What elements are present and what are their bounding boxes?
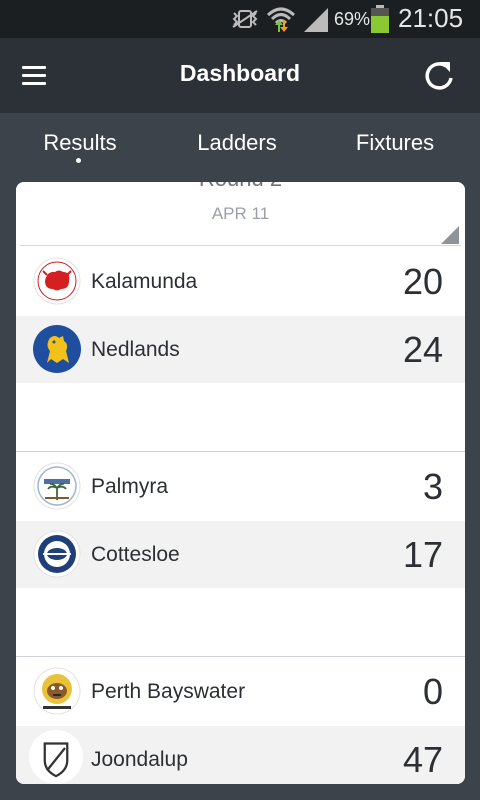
results-card: Round 2 APR 11 Kalamunda 20 Nedlands 24 <box>16 182 465 784</box>
palmyra-logo-icon <box>33 462 81 510</box>
match-row-away[interactable]: Cottesloe 17 <box>16 521 465 588</box>
team-score: 3 <box>422 466 443 507</box>
match-divider <box>16 656 465 657</box>
team-score: 17 <box>402 534 443 575</box>
wifi-icon <box>266 7 296 32</box>
page-title: Dashboard <box>179 60 301 86</box>
app-bar: Dashboard <box>0 38 480 113</box>
tab-fixtures[interactable]: Fixtures <box>315 130 475 156</box>
match-row-home[interactable]: Kalamunda 20 <box>16 248 465 315</box>
match-row-away[interactable]: Nedlands 24 <box>16 316 465 383</box>
match-divider <box>16 451 465 452</box>
vibrate-icon <box>232 10 258 28</box>
tab-ladders[interactable]: Ladders <box>157 130 317 156</box>
signal-icon <box>304 8 328 32</box>
cottesloe-logo-icon <box>33 530 81 578</box>
team-name: Perth Bayswater <box>91 680 246 703</box>
corner-indicator-icon <box>441 226 459 244</box>
round-header[interactable]: Round 2 APR 11 <box>16 182 465 246</box>
team-name: Joondalup <box>91 748 188 771</box>
round-title: Round 2 <box>16 182 465 192</box>
status-time: 21:05 <box>398 3 464 33</box>
battery-percent: 69% <box>334 9 371 29</box>
tab-bar: Results Ladders Fixtures <box>0 113 480 183</box>
joondalup-logo-icon <box>29 730 83 784</box>
team-score: 0 <box>422 671 443 712</box>
team-name: Kalamunda <box>91 270 198 293</box>
team-name: Cottesloe <box>91 543 180 566</box>
refresh-button[interactable] <box>420 58 460 94</box>
tab-results[interactable]: Results <box>0 130 160 156</box>
status-bar: 69% 21:05 <box>0 0 480 38</box>
kalamunda-logo-icon <box>33 257 81 305</box>
team-name: Palmyra <box>91 475 169 498</box>
nedlands-logo-icon <box>33 325 81 373</box>
match-row-home[interactable]: Palmyra 3 <box>16 453 465 520</box>
battery-icon <box>371 5 389 33</box>
team-score: 20 <box>402 261 443 302</box>
header-divider <box>20 245 461 246</box>
team-score: 24 <box>402 329 443 370</box>
active-tab-indicator <box>76 158 81 163</box>
refresh-icon <box>425 62 453 90</box>
perth-bayswater-logo-icon <box>33 667 81 715</box>
match-row-home[interactable]: Perth Bayswater 0 <box>16 658 465 725</box>
team-score: 47 <box>402 739 443 780</box>
round-date: APR 11 <box>211 204 270 223</box>
team-name: Nedlands <box>91 338 180 361</box>
match-row-away[interactable]: Joondalup 47 <box>16 726 465 784</box>
